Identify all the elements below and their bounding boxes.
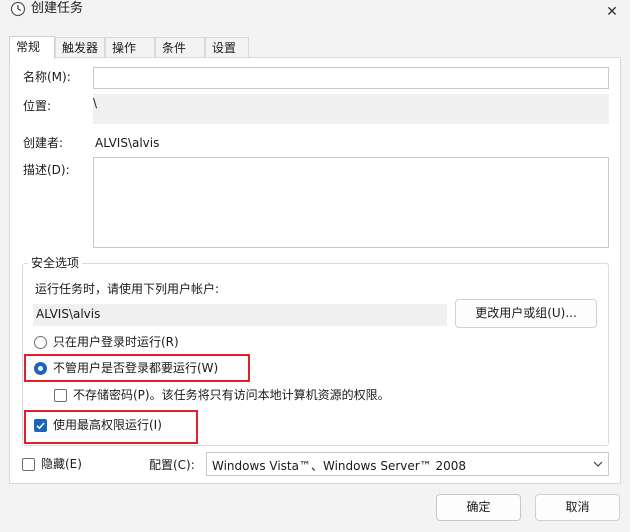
cancel-button-label: 取消 bbox=[565, 500, 590, 514]
tab-actions-label: 操作 bbox=[112, 41, 137, 55]
ok-button[interactable]: 确定 bbox=[436, 494, 521, 521]
location-field: \ bbox=[93, 94, 609, 124]
create-task-dialog: 创建任务 ✕ 常规 触发器 操作 条件 设置 名称(M): 位置: \ 创建者:… bbox=[0, 0, 630, 532]
checkmark-icon bbox=[36, 422, 45, 430]
close-icon: ✕ bbox=[606, 4, 618, 20]
highest-privileges-checkbox[interactable] bbox=[34, 419, 47, 432]
change-user-button[interactable]: 更改用户或组(U)... bbox=[455, 299, 597, 328]
logged-on-only-radio[interactable] bbox=[34, 336, 47, 349]
hidden-checkbox[interactable] bbox=[22, 458, 35, 471]
configure-select[interactable]: Windows Vista™、Windows Server™ 2008 bbox=[206, 452, 609, 476]
tab-settings-label: 设置 bbox=[212, 41, 237, 55]
do-not-store-password-checkbox[interactable] bbox=[54, 389, 67, 402]
description-label: 描述(D): bbox=[23, 163, 70, 177]
tab-triggers[interactable]: 触发器 bbox=[55, 37, 105, 58]
cancel-button[interactable]: 取消 bbox=[535, 494, 620, 521]
location-label: 位置: bbox=[23, 99, 52, 113]
hidden-label[interactable]: 隐藏(E) bbox=[41, 456, 82, 472]
configure-label: 配置(C): bbox=[149, 458, 195, 472]
name-label: 名称(M): bbox=[23, 70, 71, 84]
general-tab-panel: 名称(M): 位置: \ 创建者: ALVIS\alvis 描述(D): 安全选… bbox=[9, 57, 621, 484]
window-title: 创建任务 bbox=[31, 1, 84, 16]
configure-select-value: Windows Vista™、Windows Server™ 2008 bbox=[212, 459, 467, 473]
tab-strip: 常规 触发器 操作 条件 设置 bbox=[9, 36, 621, 59]
tab-triggers-label: 触发器 bbox=[62, 41, 99, 55]
run-as-prompt: 运行任务时，请使用下列用户帐户: bbox=[35, 282, 220, 296]
tab-settings[interactable]: 设置 bbox=[205, 37, 249, 58]
tab-general-label: 常规 bbox=[16, 40, 41, 54]
logged-on-only-label[interactable]: 只在用户登录时运行(R) bbox=[53, 334, 179, 350]
whether-logged-on-label[interactable]: 不管用户是否登录都要运行(W) bbox=[53, 360, 218, 376]
run-as-user-value: ALVIS\alvis bbox=[36, 307, 101, 321]
chevron-down-icon bbox=[593, 458, 603, 472]
tab-conditions-label: 条件 bbox=[162, 41, 187, 55]
close-button[interactable]: ✕ bbox=[598, 0, 626, 24]
author-label: 创建者: bbox=[23, 136, 64, 150]
location-value: \ bbox=[93, 96, 98, 110]
change-user-button-label: 更改用户或组(U)... bbox=[475, 306, 577, 320]
task-clock-icon bbox=[10, 1, 26, 17]
tab-conditions[interactable]: 条件 bbox=[155, 37, 205, 58]
author-value: ALVIS\alvis bbox=[95, 136, 160, 150]
title-bar: 创建任务 ✕ bbox=[0, 0, 630, 34]
run-as-user-field: ALVIS\alvis bbox=[33, 304, 447, 326]
highest-privileges-label[interactable]: 使用最高权限运行(I) bbox=[53, 417, 162, 433]
do-not-store-password-label[interactable]: 不存储密码(P)。该任务将只有访问本地计算机资源的权限。 bbox=[73, 387, 390, 403]
tab-general[interactable]: 常规 bbox=[9, 36, 55, 59]
description-textarea[interactable] bbox=[93, 157, 609, 248]
security-options-title: 安全选项 bbox=[28, 255, 83, 271]
ok-button-label: 确定 bbox=[466, 500, 491, 514]
tab-actions[interactable]: 操作 bbox=[105, 37, 155, 58]
name-input[interactable] bbox=[93, 67, 609, 89]
whether-logged-on-radio[interactable] bbox=[34, 362, 47, 375]
